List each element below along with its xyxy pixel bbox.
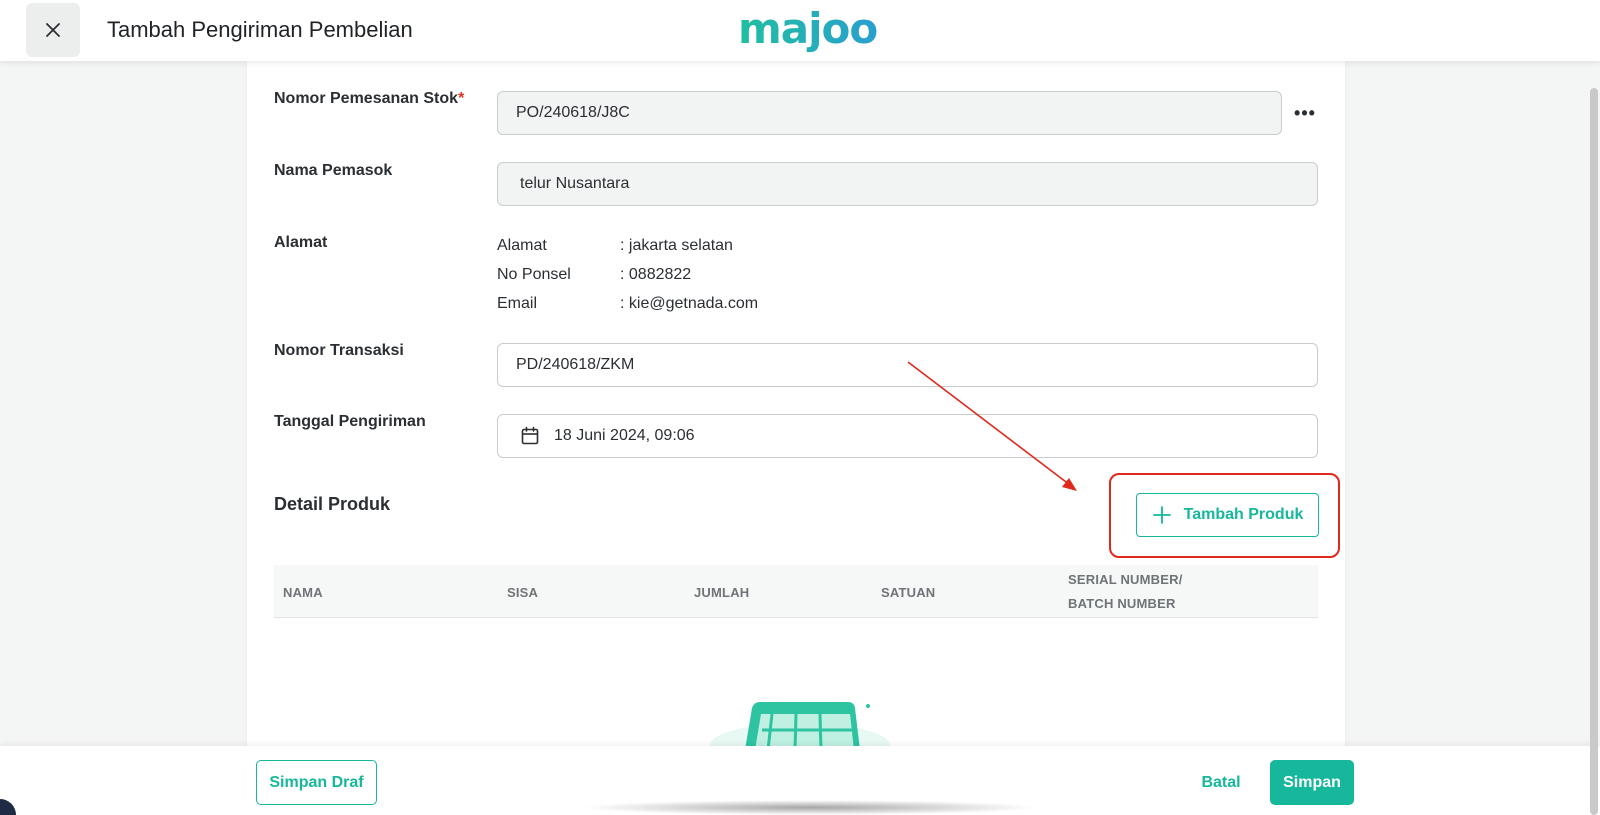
page-title: Tambah Pengiriman Pembelian (107, 17, 413, 42)
close-button[interactable] (26, 3, 80, 57)
close-icon (46, 23, 60, 37)
supplier-field[interactable]: telur Nusantara (497, 162, 1318, 206)
footer-shadow (580, 800, 1040, 815)
required-mark: * (458, 90, 465, 107)
transaction-number-field[interactable]: PD/240618/ZKM (497, 343, 1318, 387)
address-label: Alamat (274, 234, 328, 251)
majoo-logo: majoo (738, 4, 878, 53)
po-number-field[interactable]: PO/240618/J8C (497, 91, 1282, 135)
shipping-date-field[interactable]: 18 Juni 2024, 09:06 (497, 414, 1318, 458)
shipping-date-label: Tanggal Pengiriman (274, 413, 426, 430)
product-table-header: NAMA SISA JUMLAH SATUAN SERIAL NUMBER/ B… (274, 565, 1318, 618)
more-options-button[interactable]: ••• (1290, 102, 1320, 124)
supplier-label: Nama Pemasok (274, 162, 393, 179)
column-serial-line1: SERIAL NUMBER/ (1068, 572, 1183, 587)
annotation-highlight-box (1109, 473, 1340, 558)
transaction-number-label: Nomor Transaksi (274, 342, 404, 359)
cancel-button[interactable]: Batal (1186, 760, 1256, 805)
address-key: Alamat (497, 237, 547, 254)
supplier-value: telur Nusantara (520, 175, 630, 192)
phone-value: : 0882822 (620, 266, 692, 283)
save-draft-button[interactable]: Simpan Draf (256, 760, 377, 805)
po-number-value: PO/240618/J8C (516, 104, 630, 121)
more-icon: ••• (1294, 102, 1316, 123)
column-nama: NAMA (283, 585, 323, 600)
transaction-number-value: PD/240618/ZKM (516, 356, 635, 373)
column-serial-line2: BATCH NUMBER (1068, 596, 1176, 611)
address-value: : jakarta selatan (620, 237, 733, 254)
phone-key: No Ponsel (497, 266, 571, 283)
top-bar: Tambah Pengiriman Pembelian majoo (0, 0, 1600, 61)
email-key: Email (497, 295, 538, 312)
column-satuan: SATUAN (881, 585, 936, 600)
column-jumlah: JUMLAH (694, 585, 750, 600)
shipping-date-value: 18 Juni 2024, 09:06 (554, 427, 695, 444)
po-number-label-text: Nomor Pemesanan Stok (274, 90, 459, 107)
calendar-icon (521, 426, 539, 445)
vertical-scrollbar[interactable] (1590, 88, 1598, 815)
save-button[interactable]: Simpan (1270, 760, 1354, 805)
po-number-label: Nomor Pemesanan Stok* (274, 90, 464, 108)
column-sisa: SISA (507, 585, 539, 600)
empty-state-illustration (710, 702, 890, 750)
product-section-title: Detail Produk (274, 494, 391, 514)
email-value: : kie@getnada.com (620, 295, 759, 312)
